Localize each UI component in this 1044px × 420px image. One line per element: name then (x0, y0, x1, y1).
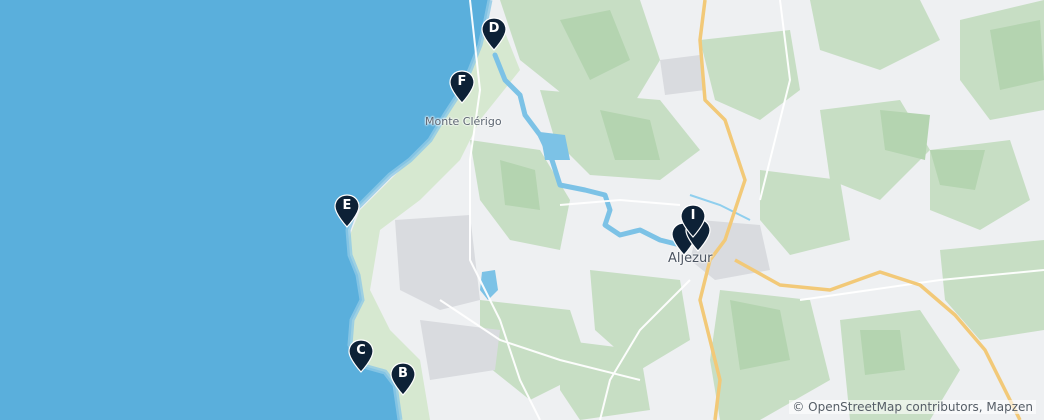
map-base-layer (0, 0, 1044, 420)
marker-letter: E (342, 198, 352, 213)
map-marker-f[interactable]: F (449, 70, 475, 104)
map-marker-c[interactable]: C (348, 339, 374, 373)
map-marker-e[interactable]: E (334, 194, 360, 228)
marker-letter: B (398, 366, 408, 381)
map-marker-i[interactable]: I (680, 204, 706, 238)
marker-letter: I (690, 208, 696, 223)
marker-letter: C (356, 343, 366, 358)
marker-letter: D (488, 21, 500, 36)
place-label-monte-clerigo: Monte Clérigo (425, 115, 502, 128)
marker-letter: F (457, 74, 467, 89)
map-marker-d[interactable]: D (481, 17, 507, 51)
map-marker-b[interactable]: B (390, 362, 416, 396)
map-canvas[interactable]: Monte Clérigo Aljezur D F E C B I © Open… (0, 0, 1044, 420)
map-attribution[interactable]: © OpenStreetMap contributors, Mapzen (789, 400, 1036, 414)
